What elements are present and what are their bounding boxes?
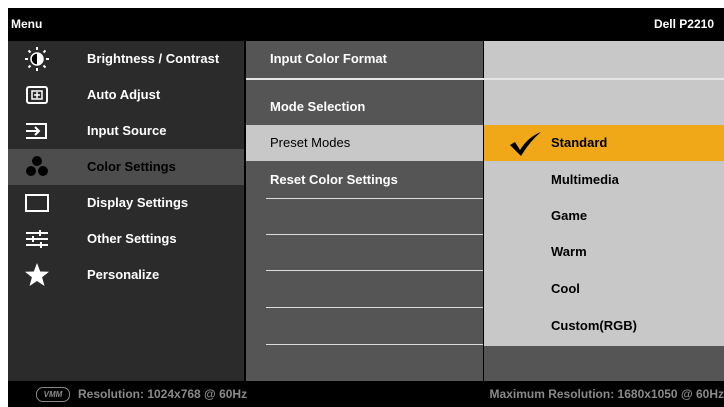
option-custom-rgb[interactable]: Custom(RGB) — [484, 308, 724, 344]
divider — [266, 344, 483, 345]
menu-item-label: Input Source — [87, 123, 167, 138]
menu-item-label: Display Settings — [87, 195, 189, 210]
model-name: Dell P2210 — [653, 17, 714, 31]
color-settings-icon — [26, 156, 48, 176]
maximum-resolution: Maximum Resolution: 1680x1050 @ 60Hz — [489, 387, 724, 401]
menu-item-color-settings[interactable]: Color Settings — [8, 149, 244, 185]
divider — [266, 270, 483, 271]
osd-window: Menu Dell P2210 Brightness / Contrast Au… — [6, 8, 724, 407]
checkmark-icon — [510, 132, 541, 156]
submenu-item-label: Reset Color Settings — [270, 172, 398, 187]
submenu-item-input-color-format[interactable]: Input Color Format — [246, 41, 483, 77]
menu-title: Menu — [11, 17, 43, 31]
color-settings-submenu: Input Color Format Mode Selection Preset… — [246, 41, 483, 381]
option-multimedia[interactable]: Multimedia — [484, 162, 724, 198]
menu-item-input-source[interactable]: Input Source — [8, 113, 244, 149]
menu-item-personalize[interactable]: Personalize — [8, 257, 244, 293]
option-label: Standard — [551, 135, 608, 150]
preset-modes-options: Standard Multimedia Game Warm Cool Custo… — [484, 41, 724, 346]
option-warm[interactable]: Warm — [484, 234, 724, 270]
display-settings-icon — [25, 194, 49, 212]
option-label: Cool — [551, 281, 580, 296]
divider — [266, 198, 483, 199]
header-divider — [246, 78, 724, 80]
option-label: Warm — [551, 244, 587, 259]
submenu-item-label: Mode Selection — [270, 99, 366, 114]
menu-item-display-settings[interactable]: Display Settings — [8, 185, 244, 221]
menu-item-label: Color Settings — [87, 159, 176, 174]
option-game[interactable]: Game — [484, 198, 724, 234]
menu-item-label: Auto Adjust — [87, 87, 161, 102]
other-settings-icon — [26, 230, 48, 248]
current-resolution: Resolution: 1024x768 @ 60Hz — [78, 387, 248, 401]
menu-item-label: Brightness / Contrast — [87, 51, 220, 66]
star-icon — [25, 263, 49, 286]
menu-item-other-settings[interactable]: Other Settings — [8, 221, 244, 257]
submenu-item-mode-selection[interactable]: Mode Selection — [246, 89, 483, 125]
menu-item-label: Other Settings — [87, 231, 177, 246]
osd-body: Brightness / Contrast Auto Adjust Input … — [8, 41, 724, 381]
brightness-icon — [25, 47, 49, 71]
submenu-item-label: Input Color Format — [270, 51, 387, 66]
submenu-item-reset-color-settings[interactable]: Reset Color Settings — [246, 162, 483, 198]
option-cool[interactable]: Cool — [484, 271, 724, 307]
option-standard[interactable]: Standard — [484, 125, 724, 161]
status-bar: VMM Resolution: 1024x768 @ 60Hz Maximum … — [8, 381, 724, 407]
option-label: Custom(RGB) — [551, 318, 637, 333]
osd-header: Menu Dell P2210 — [8, 8, 724, 41]
input-source-icon — [26, 123, 47, 139]
option-label: Multimedia — [551, 172, 619, 187]
main-menu: Brightness / Contrast Auto Adjust Input … — [8, 41, 244, 381]
auto-adjust-icon — [26, 86, 48, 104]
vmm-logo: VMM — [36, 387, 70, 402]
option-label: Game — [551, 208, 588, 223]
menu-item-brightness-contrast[interactable]: Brightness / Contrast — [8, 41, 244, 77]
menu-item-auto-adjust[interactable]: Auto Adjust — [8, 77, 244, 113]
menu-item-label: Personalize — [87, 267, 160, 282]
options-empty-area — [484, 346, 724, 381]
divider — [266, 234, 483, 235]
submenu-item-preset-modes[interactable]: Preset Modes — [246, 125, 483, 161]
divider — [266, 307, 483, 308]
submenu-item-label: Preset Modes — [270, 135, 351, 150]
